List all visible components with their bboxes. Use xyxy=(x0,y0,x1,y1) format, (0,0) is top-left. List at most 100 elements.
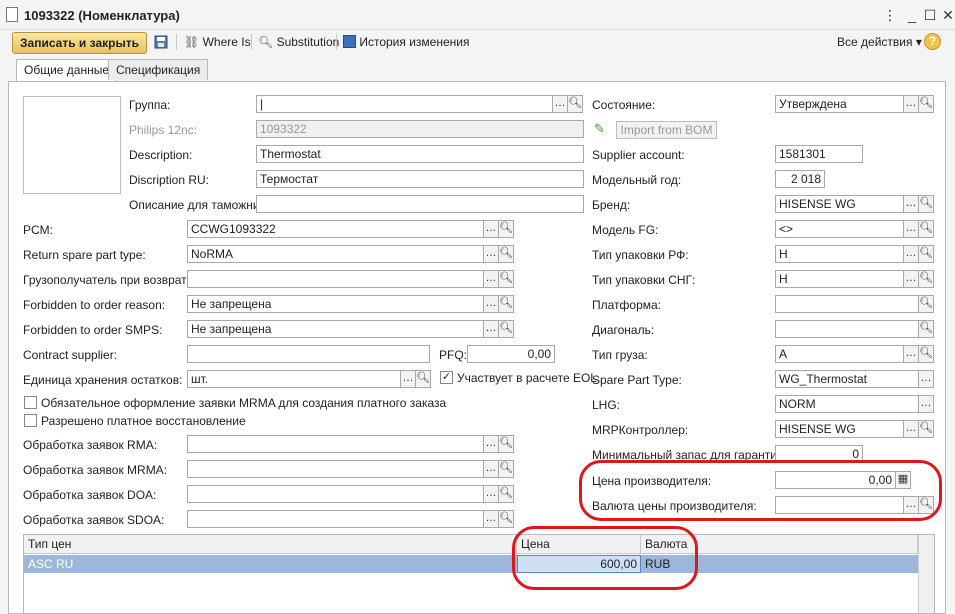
philips-field: 1093322 xyxy=(256,120,584,138)
ellipsis-icon[interactable]: … xyxy=(903,195,919,213)
close-icon[interactable]: ✕ xyxy=(938,6,955,24)
ellipsis-icon[interactable]: … xyxy=(483,245,499,263)
ellipsis-icon[interactable]: … xyxy=(903,245,919,263)
search-icon[interactable]: 🔍︎ xyxy=(918,95,934,113)
item-picture[interactable] xyxy=(23,96,121,194)
ellipsis-icon[interactable]: … xyxy=(483,270,499,288)
search-icon[interactable]: 🔍︎ xyxy=(918,220,934,238)
ellipsis-icon[interactable]: … xyxy=(903,220,919,238)
ellipsis-icon[interactable]: … xyxy=(483,320,499,338)
ellipsis-icon[interactable]: … xyxy=(483,510,499,528)
supplier-account-field[interactable]: 1581301 xyxy=(775,145,863,163)
substitution-button[interactable]: 🔍︎ Substitution xyxy=(258,35,339,49)
model-year-field[interactable]: 2 018 xyxy=(775,170,825,188)
minimize-icon[interactable]: _ xyxy=(902,6,922,24)
rma-field[interactable] xyxy=(187,435,484,453)
model-fg-field[interactable]: <> xyxy=(775,220,904,238)
search-icon[interactable]: 🔍︎ xyxy=(498,485,514,503)
platform-label: Платформа: xyxy=(592,298,662,312)
paid-restore-checkbox[interactable] xyxy=(24,414,37,427)
lhg-field[interactable]: NORM xyxy=(775,395,919,413)
search-icon[interactable]: 🔍︎ xyxy=(415,370,431,388)
ellipsis-icon[interactable]: … xyxy=(400,370,416,388)
save-and-close-button[interactable]: Записать и закрыть xyxy=(12,32,147,54)
ellipsis-icon[interactable]: … xyxy=(903,345,919,363)
search-icon[interactable]: 🔍︎ xyxy=(918,195,934,213)
search-icon[interactable]: 🔍︎ xyxy=(498,435,514,453)
ellipsis-icon[interactable]: … xyxy=(483,435,499,453)
ellipsis-icon[interactable]: … xyxy=(483,220,499,238)
ellipsis-icon[interactable]: … xyxy=(918,395,934,413)
brand-label: Бренд: xyxy=(592,198,631,212)
table-scrollbar[interactable] xyxy=(918,535,934,613)
group-field[interactable]: | xyxy=(256,95,553,113)
pfq-label: PFQ: xyxy=(439,348,468,362)
maximize-icon[interactable]: ☐ xyxy=(920,6,940,24)
pack-cis-field[interactable]: Н xyxy=(775,270,904,288)
search-icon[interactable]: 🔍︎ xyxy=(498,460,514,478)
platform-field[interactable] xyxy=(775,295,919,313)
forbid-smps-field[interactable]: Не запрещена xyxy=(187,320,484,338)
mrma-field[interactable] xyxy=(187,460,484,478)
pencil-icon[interactable]: ✎ xyxy=(594,121,605,137)
save-icon[interactable] xyxy=(154,35,168,52)
search-icon[interactable]: 🔍︎ xyxy=(498,295,514,313)
search-icon[interactable]: 🔍︎ xyxy=(918,345,934,363)
sdoa-field[interactable] xyxy=(187,510,484,528)
more-icon[interactable]: ⋮ xyxy=(880,6,900,24)
pack-rf-field[interactable]: Н xyxy=(775,245,904,263)
diagonal-field[interactable] xyxy=(775,320,919,338)
search-icon[interactable]: 🔍︎ xyxy=(918,320,934,338)
contract-supplier-field[interactable] xyxy=(187,345,430,363)
mrp-field[interactable]: HISENSE WG xyxy=(775,420,904,438)
ellipsis-icon[interactable]: … xyxy=(903,270,919,288)
return-consignee-field[interactable] xyxy=(187,270,484,288)
ellipsis-icon[interactable]: … xyxy=(918,370,934,388)
column-header-price-type[interactable]: Тип цен xyxy=(24,535,517,554)
help-button[interactable]: ? xyxy=(924,33,941,50)
search-icon[interactable]: 🔍︎ xyxy=(567,95,583,113)
description-ru-field[interactable]: Термостат xyxy=(256,170,584,188)
search-icon[interactable]: 🔍︎ xyxy=(498,510,514,528)
cargo-field[interactable]: A xyxy=(775,345,904,363)
search-icon[interactable]: 🔍︎ xyxy=(498,245,514,263)
forbid-reason-field[interactable]: Не запрещена xyxy=(187,295,484,313)
where-is-button[interactable]: ⛓ Where Is xyxy=(184,35,251,49)
import-from-bom-button[interactable]: Import from BOM xyxy=(616,121,717,139)
pfq-field[interactable]: 0,00 xyxy=(467,345,555,363)
search-icon[interactable]: 🔍︎ xyxy=(498,270,514,288)
ellipsis-icon[interactable]: … xyxy=(903,95,919,113)
search-icon[interactable]: 🔍︎ xyxy=(498,220,514,238)
return-type-field[interactable]: NoRMA xyxy=(187,245,484,263)
mrma-required-checkbox[interactable] xyxy=(24,396,37,409)
ellipsis-icon[interactable]: … xyxy=(903,420,919,438)
supplier-account-label: Supplier account: xyxy=(592,148,685,162)
philips-label: Philips 12nc: xyxy=(129,123,198,137)
ellipsis-icon[interactable]: … xyxy=(552,95,568,113)
doa-field[interactable] xyxy=(187,485,484,503)
description-field[interactable]: Thermostat xyxy=(256,145,584,163)
ellipsis-icon[interactable]: … xyxy=(483,295,499,313)
brand-field[interactable]: HISENSE WG xyxy=(775,195,904,213)
ellipsis-icon[interactable]: … xyxy=(483,485,499,503)
history-button[interactable]: История изменения xyxy=(343,35,469,49)
search-icon[interactable]: 🔍︎ xyxy=(918,245,934,263)
state-field[interactable]: Утверждена xyxy=(775,95,904,113)
all-actions-menu[interactable]: Все действия ▾ xyxy=(837,35,922,49)
search-icon[interactable]: 🔍︎ xyxy=(918,270,934,288)
mrma-label: Обработка заявок MRMA: xyxy=(23,463,168,477)
tab-specification[interactable]: Спецификация xyxy=(108,59,209,80)
doa-label: Обработка заявок DOA: xyxy=(23,488,157,502)
unit-field[interactable]: шт. xyxy=(187,370,401,388)
spare-type-field[interactable]: WG_Thermostat xyxy=(775,370,919,388)
rma-label: Обработка заявок RMA: xyxy=(23,438,158,452)
ellipsis-icon[interactable]: … xyxy=(483,460,499,478)
customs-field[interactable] xyxy=(256,195,584,213)
search-icon[interactable]: 🔍︎ xyxy=(498,320,514,338)
search-icon[interactable]: 🔍︎ xyxy=(918,420,934,438)
return-type-label: Return spare part type: xyxy=(23,248,146,262)
eol-checkbox[interactable]: ✓ xyxy=(440,371,453,384)
pcm-field[interactable]: CCWG1093322 xyxy=(187,220,484,238)
tab-general[interactable]: Общие данные xyxy=(16,59,118,82)
search-icon[interactable]: 🔍︎ xyxy=(918,295,934,313)
